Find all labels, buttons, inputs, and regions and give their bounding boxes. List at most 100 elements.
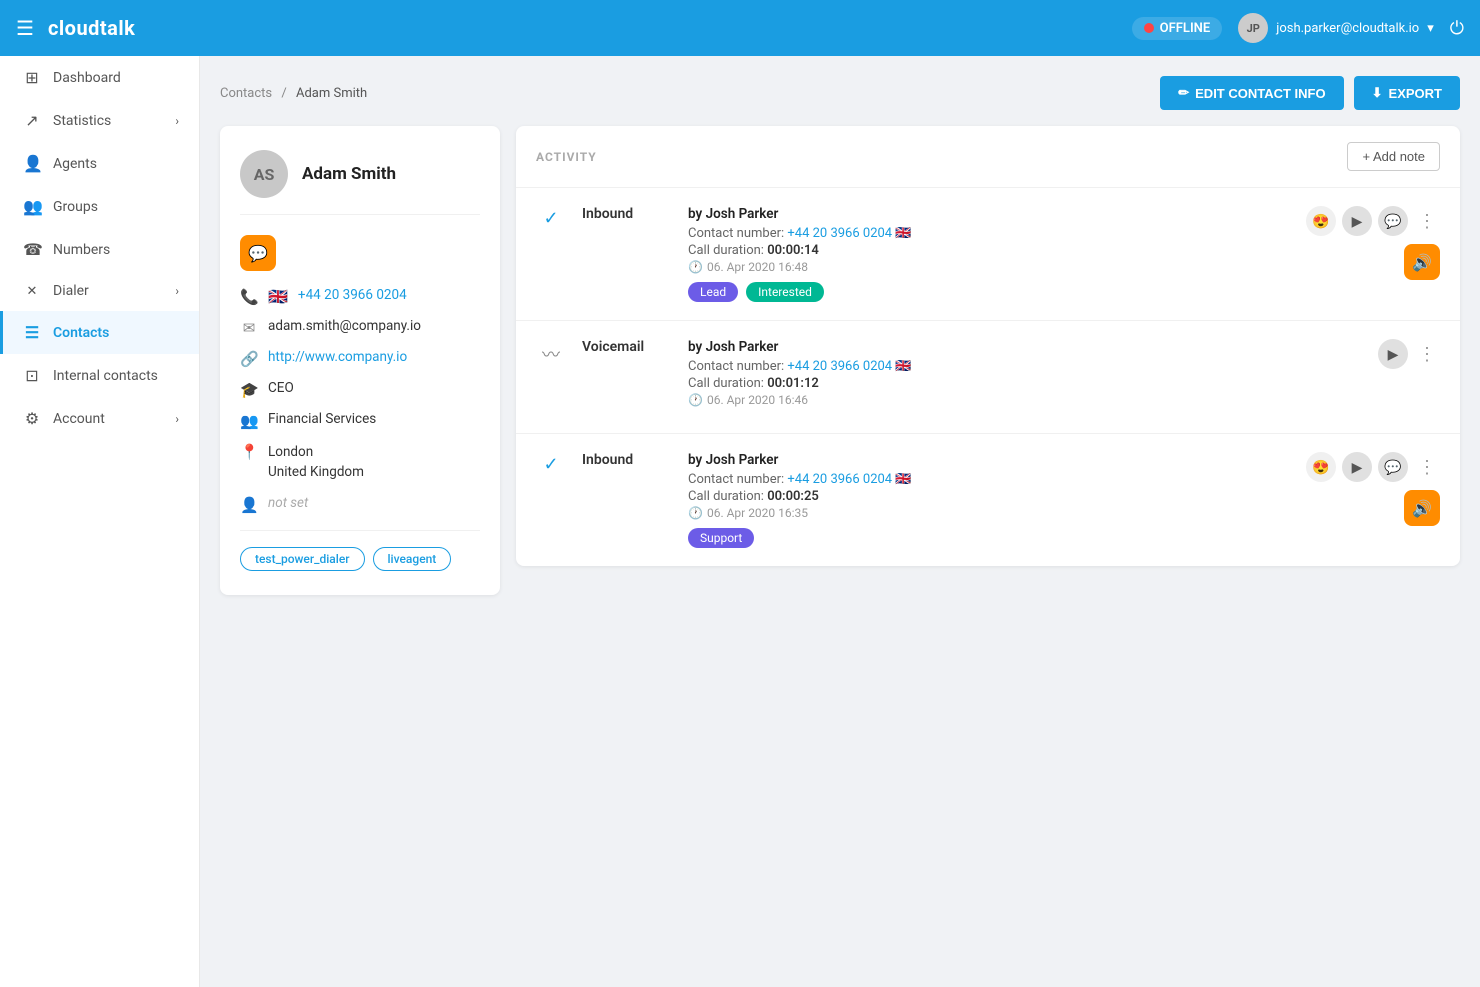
contact-phone: 📞 🇬🇧 +44 20 3966 0204 (240, 287, 480, 306)
export-icon: ⬇ (1372, 85, 1383, 101)
address-value: London United Kingdom (268, 442, 364, 483)
dialer-icon: ✕ (23, 284, 41, 299)
emoji-button[interactable]: 😍 (1306, 452, 1336, 482)
agents-icon: 👤 (23, 154, 41, 173)
duration-value: 00:01:12 (767, 376, 819, 391)
sidebar-item-agents[interactable]: 👤 Agents (0, 142, 199, 185)
play-button[interactable]: ▶ (1378, 339, 1408, 369)
sidebar-item-statistics[interactable]: ↗ Statistics › (0, 99, 199, 142)
activity-body-1: by Josh Parker Contact number: +44 20 39… (688, 206, 1290, 302)
breadcrumb-current: Adam Smith (296, 86, 367, 101)
time-value: 06. Apr 2020 16:35 (707, 506, 808, 520)
sidebar-item-numbers[interactable]: ☎ Numbers (0, 228, 199, 271)
sidebar-item-account[interactable]: ⚙ Account › (0, 397, 199, 440)
status-dot (1144, 23, 1154, 33)
chat-button[interactable]: 💬 (1378, 206, 1408, 236)
time-line: 🕐 06. Apr 2020 16:46 (688, 393, 1344, 407)
sidebar-item-internal-contacts[interactable]: ⊡ Internal contacts (0, 354, 199, 397)
statistics-icon: ↗ (23, 111, 41, 130)
chat-button[interactable]: 💬 (1378, 452, 1408, 482)
contact-company: 👥 Financial Services (240, 411, 480, 430)
export-label: EXPORT (1389, 86, 1442, 101)
contacts-icon: ☰ (23, 323, 41, 342)
content-grid: AS Adam Smith 💬 📞 🇬🇧 +44 20 3966 0204 ✉ … (220, 126, 1460, 595)
chevron-down-icon: › (175, 284, 179, 298)
sidebar-item-groups[interactable]: 👥 Groups (0, 185, 199, 228)
phone-link[interactable]: +44 20 3966 0204 (787, 359, 892, 374)
contact-card: AS Adam Smith 💬 📞 🇬🇧 +44 20 3966 0204 ✉ … (220, 126, 500, 595)
status-badge[interactable]: OFFLINE (1132, 17, 1223, 40)
internal-contacts-icon: ⊡ (23, 366, 41, 385)
add-note-button[interactable]: + Add note (1347, 142, 1440, 171)
more-button[interactable]: ⋮ (1414, 453, 1440, 482)
clock-icon: 🕐 (688, 393, 703, 407)
hamburger-menu[interactable]: ☰ (16, 16, 34, 40)
tag-lead[interactable]: Lead (688, 282, 738, 302)
website-link[interactable]: http://www.company.io (268, 349, 407, 365)
time-value: 06. Apr 2020 16:48 (707, 260, 808, 274)
play-button[interactable]: ▶ (1342, 206, 1372, 236)
activity-body-2: by Josh Parker Contact number: +44 20 39… (688, 339, 1344, 415)
company-icon: 👥 (240, 412, 258, 430)
power-icon[interactable]: ⏻ (1450, 18, 1464, 39)
tag-test-power-dialer[interactable]: test_power_dialer (240, 547, 365, 571)
dashboard-icon: ⊞ (23, 68, 41, 87)
activity-panel: ACTIVITY + Add note ✓ Inbound by Josh Pa… (516, 126, 1460, 566)
sidebar-item-dialer[interactable]: ✕ Dialer › (0, 271, 199, 311)
activity-item: ✓ Inbound by Josh Parker Contact number:… (516, 188, 1460, 321)
more-button[interactable]: ⋮ (1414, 340, 1440, 369)
activity-tags-3: Support (688, 528, 1290, 548)
contact-avatar: AS (240, 150, 288, 198)
voicemail-signal-icon: 〰 (542, 341, 560, 367)
activity-item: 〰 Voicemail by Josh Parker Contact numbe… (516, 321, 1460, 434)
speech-icon: 💬 (248, 244, 268, 263)
country: United Kingdom (268, 462, 364, 482)
sidebar: ⊞ Dashboard ↗ Statistics › 👤 Agents 👥 Gr… (0, 56, 200, 987)
phone-link[interactable]: +44 20 3966 0204 (787, 226, 892, 241)
brand-logo: cloudtalk (48, 16, 135, 40)
emoji-button[interactable]: 😍 (1306, 206, 1336, 236)
tag-liveagent[interactable]: liveagent (373, 547, 452, 571)
tag-support[interactable]: Support (688, 528, 754, 548)
sidebar-label-numbers: Numbers (53, 242, 110, 258)
activity-header: ACTIVITY + Add note (516, 126, 1460, 188)
time-line: 🕐 06. Apr 2020 16:48 (688, 260, 1290, 274)
phone-link[interactable]: +44 20 3966 0204 (298, 287, 407, 303)
activity-body-3: by Josh Parker Contact number: +44 20 39… (688, 452, 1290, 548)
sidebar-item-dashboard[interactable]: ⊞ Dashboard (0, 56, 199, 99)
contact-email: ✉ adam.smith@company.io (240, 318, 480, 337)
city: London (268, 442, 364, 462)
export-button[interactable]: ⬇ EXPORT (1354, 76, 1460, 110)
user-menu[interactable]: JP josh.parker@cloudtalk.io ▾ (1238, 13, 1434, 43)
contact-title: 🎓 CEO (240, 380, 480, 399)
sidebar-label-groups: Groups (53, 199, 98, 215)
top-action-row: 😍 ▶ 💬 ⋮ (1306, 452, 1440, 482)
sidebar-label-contacts: Contacts (53, 325, 109, 341)
sidebar-item-contacts[interactable]: ☰ Contacts (0, 311, 199, 354)
tag-interested[interactable]: Interested (746, 282, 824, 302)
email-value: adam.smith@company.io (268, 318, 421, 334)
clock-icon: 🕐 (688, 260, 703, 274)
phone-link[interactable]: +44 20 3966 0204 (787, 472, 892, 487)
main-content: Contacts / Adam Smith ✏ EDIT CONTACT INF… (200, 56, 1480, 987)
more-button[interactable]: ⋮ (1414, 207, 1440, 236)
activity-actions-1: 😍 ▶ 💬 ⋮ 🔊 (1306, 206, 1440, 280)
chevron-down-icon: ▾ (1427, 21, 1434, 36)
breadcrumb-root[interactable]: Contacts (220, 86, 272, 101)
account-icon: ⚙ (23, 409, 41, 428)
contact-name: Adam Smith (302, 164, 396, 184)
clock-icon: 🕐 (688, 506, 703, 520)
speaker-button[interactable]: 🔊 (1404, 490, 1440, 526)
title-icon: 🎓 (240, 381, 258, 399)
duration-value: 00:00:14 (767, 243, 819, 258)
top-navigation: ☰ cloudtalk OFFLINE JP josh.parker@cloud… (0, 0, 1480, 56)
play-button[interactable]: ▶ (1342, 452, 1372, 482)
edit-contact-button[interactable]: ✏ EDIT CONTACT INFO (1160, 76, 1343, 110)
sidebar-label-agents: Agents (53, 156, 97, 172)
contact-divider (240, 530, 480, 531)
call-inbound-icon: ✓ (543, 208, 558, 229)
orange-badge: 💬 (240, 235, 276, 271)
speaker-button[interactable]: 🔊 (1404, 244, 1440, 280)
chevron-down-icon: › (175, 412, 179, 426)
sidebar-label-statistics: Statistics (53, 113, 111, 129)
